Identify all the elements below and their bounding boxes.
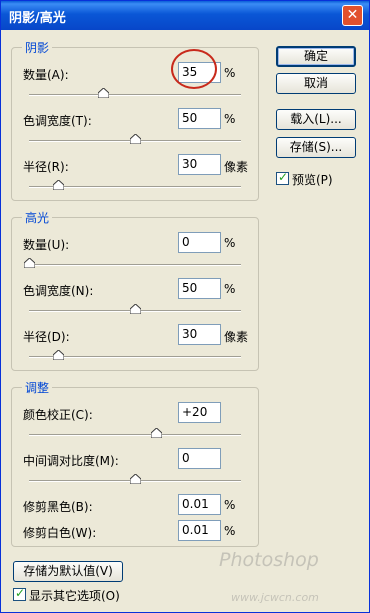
shadows-tonal-width-slider[interactable]	[129, 134, 141, 144]
color-correction-field[interactable]: +20	[178, 402, 221, 423]
shadows-tonal-width-field[interactable]: 50	[178, 108, 221, 129]
shadow-highlight-dialog: 阴影/高光 ✕ 阴影 数量(A): 35 % 色调宽度(T): 50 % 半径(…	[0, 0, 370, 613]
shadows-radius-label: 半径(R):	[23, 160, 69, 174]
watermark-brand: Photoshop	[219, 549, 319, 571]
midtone-contrast-field[interactable]: 0	[178, 448, 221, 469]
highlights-tonal-width-label: 色调宽度(N):	[23, 284, 94, 298]
color-correction-track	[29, 434, 241, 436]
black-clip-field[interactable]: 0.01	[178, 494, 221, 515]
highlights-tonal-width-slider[interactable]	[129, 304, 141, 314]
preview-checkbox[interactable]: ✓	[276, 170, 289, 185]
highlights-radius-field[interactable]: 30	[178, 324, 221, 345]
cancel-button[interactable]: 取消	[276, 73, 356, 94]
shadows-amount-slider[interactable]	[97, 88, 109, 98]
highlights-legend: 高光	[22, 209, 53, 226]
highlights-amount-track	[29, 264, 241, 266]
highlights-amount-value: 0	[182, 235, 190, 249]
highlights-amount-slider[interactable]	[23, 258, 35, 268]
black-clip-label: 修剪黑色(B):	[23, 500, 93, 514]
highlights-tonal-width-unit: %	[224, 282, 236, 296]
shadows-tonal-width-unit: %	[224, 112, 236, 126]
color-correction-label: 颜色校正(C):	[23, 408, 93, 422]
save-as-default-button[interactable]: 存储为默认值(V)	[13, 561, 123, 582]
close-icon: ✕	[346, 7, 359, 23]
annotation-circle	[171, 49, 217, 89]
white-clip-label: 修剪白色(W):	[23, 526, 97, 540]
white-clip-value: 0.01	[182, 523, 209, 537]
highlights-amount-field[interactable]: 0	[178, 232, 221, 253]
highlights-radius-slider[interactable]	[53, 350, 65, 360]
load-button[interactable]: 载入(L)...	[276, 109, 356, 130]
shadows-amount-unit: %	[224, 66, 236, 80]
highlights-tonal-width-value: 50	[182, 281, 198, 295]
black-clip-value: 0.01	[182, 497, 209, 511]
show-more-options-checkbox[interactable]: ✓	[13, 586, 26, 601]
shadows-amount-label: 数量(A):	[23, 68, 69, 82]
shadows-tonal-width-label: 色调宽度(T):	[23, 114, 92, 128]
dialog-title: 阴影/高光	[9, 11, 66, 26]
preview-label[interactable]: 预览(P)	[292, 171, 333, 188]
midtone-contrast-slider[interactable]	[129, 474, 141, 484]
shadows-amount-track	[29, 94, 241, 96]
watermark-url: www.jcwcn.com	[231, 591, 319, 604]
adjustments-legend: 调整	[22, 379, 53, 396]
checkmark-icon: ✓	[15, 586, 26, 600]
shadows-radius-value: 30	[182, 157, 198, 171]
highlights-radius-unit: 像素	[224, 330, 249, 344]
shadows-legend: 阴影	[22, 39, 53, 56]
highlights-amount-label: 数量(U):	[23, 238, 70, 252]
ok-button[interactable]: 确定	[276, 46, 356, 67]
color-correction-value: +20	[182, 405, 208, 419]
white-clip-field[interactable]: 0.01	[178, 520, 221, 541]
shadows-radius-slider[interactable]	[53, 180, 65, 190]
close-button[interactable]: ✕	[342, 5, 363, 26]
title-bar[interactable]: 阴影/高光 ✕	[1, 1, 369, 30]
highlights-radius-label: 半径(D):	[23, 330, 70, 344]
highlights-tonal-width-field[interactable]: 50	[178, 278, 221, 299]
midtone-contrast-value: 0	[182, 451, 190, 465]
save-button[interactable]: 存储(S)...	[276, 137, 356, 158]
white-clip-unit: %	[224, 524, 236, 538]
highlights-radius-value: 30	[182, 327, 198, 341]
color-correction-slider[interactable]	[150, 428, 162, 438]
show-more-options-label[interactable]: 显示其它选项(O)	[29, 587, 120, 604]
midtone-contrast-label: 中间调对比度(M):	[23, 454, 119, 468]
shadows-radius-field[interactable]: 30	[178, 154, 221, 175]
checkmark-icon: ✓	[278, 170, 289, 184]
black-clip-unit: %	[224, 498, 236, 512]
shadows-tonal-width-value: 50	[182, 111, 198, 125]
highlights-amount-unit: %	[224, 236, 236, 250]
shadows-radius-unit: 像素	[224, 160, 249, 174]
